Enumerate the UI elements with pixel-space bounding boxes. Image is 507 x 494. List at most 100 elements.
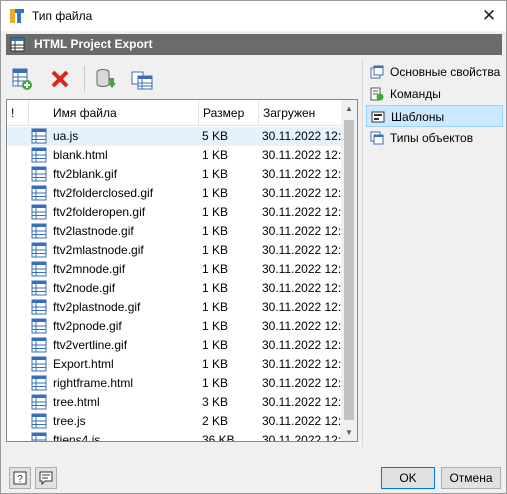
load-button[interactable]: [92, 65, 120, 93]
scroll-thumb[interactable]: [344, 120, 354, 420]
file-date-cell: 30.11.2022 12:1: [262, 357, 341, 371]
file-date-cell: 30.11.2022 12:1: [262, 414, 341, 428]
load-into-icon: [96, 69, 116, 88]
table-row[interactable]: ftv2folderclosed.gif 1 KB 30.11.2022 12:1: [7, 184, 341, 203]
file-name-cell: ftv2folderclosed.gif: [53, 186, 154, 200]
scroll-down-icon[interactable]: ▼: [341, 424, 357, 441]
table-row[interactable]: ftv2vertline.gif 1 KB 30.11.2022 12:1: [7, 336, 341, 355]
column-header-uploaded[interactable]: Загружен: [259, 100, 341, 126]
delete-button[interactable]: [46, 65, 74, 93]
toolbar: [6, 63, 356, 95]
file-name-cell: ua.js: [53, 129, 79, 143]
column-header-size[interactable]: Размер: [199, 100, 259, 126]
table-row[interactable]: ftv2plastnode.gif 1 KB 30.11.2022 12:1: [7, 298, 341, 317]
close-button[interactable]: ✕: [472, 1, 506, 31]
file-date-cell: 30.11.2022 12:1: [262, 224, 341, 238]
comment-button[interactable]: [35, 467, 57, 489]
file-grid-icon: [31, 147, 47, 163]
category-panel: Основные свойства Команды Шаблоны Типы о…: [366, 61, 503, 445]
file-size-cell: 1 KB: [202, 224, 229, 238]
file-grid-icon: [31, 337, 47, 353]
table-row[interactable]: blank.html 1 KB 30.11.2022 12:1: [7, 146, 341, 165]
file-grid-icon: [31, 242, 47, 258]
properties-button[interactable]: [128, 65, 156, 93]
table-row[interactable]: ftv2folderopen.gif 1 KB 30.11.2022 12:1: [7, 203, 341, 222]
file-size-cell: 1 KB: [202, 338, 229, 352]
vertical-scrollbar[interactable]: ▲ ▼: [341, 100, 357, 441]
category-item-templates[interactable]: Шаблоны: [366, 105, 503, 127]
table-row[interactable]: ftv2pnode.gif 1 KB 30.11.2022 12:1: [7, 317, 341, 336]
file-size-cell: 1 KB: [202, 281, 229, 295]
scroll-up-icon[interactable]: ▲: [341, 100, 357, 117]
file-name-cell: tree.html: [53, 395, 100, 409]
panel-divider: [362, 59, 363, 447]
file-grid-icon: [31, 356, 47, 372]
file-size-cell: 1 KB: [202, 186, 229, 200]
table-row[interactable]: ua.js 5 KB 30.11.2022 12:1: [7, 127, 341, 146]
title-bar: Тип файла ✕: [1, 1, 506, 31]
ok-button[interactable]: OK: [381, 467, 435, 489]
file-name-cell: ftv2pnode.gif: [53, 319, 122, 333]
cancel-button[interactable]: Отмена: [441, 467, 501, 489]
file-grid-icon: [31, 318, 47, 334]
file-name-cell: blank.html: [53, 148, 108, 162]
file-name-cell: ftv2folderopen.gif: [53, 205, 146, 219]
column-header-name[interactable]: Имя файла: [49, 100, 199, 126]
table-row[interactable]: ftv2mlastnode.gif 1 KB 30.11.2022 12:1: [7, 241, 341, 260]
table-row[interactable]: Export.html 1 KB 30.11.2022 12:1: [7, 355, 341, 374]
add-file-button[interactable]: [8, 65, 36, 93]
help-button[interactable]: ?: [9, 467, 31, 489]
file-type-dialog: Тип файла ✕ HTML Project Export ! Имя фа…: [0, 0, 507, 494]
file-size-cell: 36 KB: [202, 433, 235, 441]
file-size-cell: 1 KB: [202, 300, 229, 314]
table-row[interactable]: ftv2node.gif 1 KB 30.11.2022 12:1: [7, 279, 341, 298]
delete-x-icon: [51, 70, 69, 88]
file-name-cell: ftv2node.gif: [53, 281, 116, 295]
file-date-cell: 30.11.2022 12:1: [262, 395, 341, 409]
file-name-cell: ftv2plastnode.gif: [53, 300, 141, 314]
banner-title: HTML Project Export: [34, 37, 153, 51]
file-name-cell: ftiens4.js: [53, 433, 101, 441]
file-grid-icon: [31, 128, 47, 144]
list-body: ua.js 5 KB 30.11.2022 12:1 blank.html 1 KB 30…: [7, 127, 341, 441]
category-label: Типы объектов: [390, 131, 474, 145]
column-header-flag[interactable]: !: [7, 100, 29, 126]
file-grid-icon: [31, 413, 47, 429]
file-grid-icon: [31, 375, 47, 391]
table-row[interactable]: tree.html 3 KB 30.11.2022 12:1: [7, 393, 341, 412]
project-banner: HTML Project Export: [6, 34, 502, 55]
file-list[interactable]: ! Имя файла Размер Загружен ua.js 5 KB 30.…: [6, 99, 358, 442]
file-date-cell: 30.11.2022 12:1: [262, 300, 341, 314]
table-row[interactable]: tree.js 2 KB 30.11.2022 12:1: [7, 412, 341, 431]
object-types-icon: [370, 131, 384, 145]
file-name-cell: rightframe.html: [53, 376, 134, 390]
file-date-cell: 30.11.2022 12:1: [262, 186, 341, 200]
table-row[interactable]: rightframe.html 1 KB 30.11.2022 12:1: [7, 374, 341, 393]
file-date-cell: 30.11.2022 12:1: [262, 262, 341, 276]
table-row[interactable]: ftv2lastnode.gif 1 KB 30.11.2022 12:1: [7, 222, 341, 241]
file-size-cell: 1 KB: [202, 319, 229, 333]
list-header: ! Имя файла Размер Загружен: [7, 100, 341, 126]
table-row[interactable]: ftv2blank.gif 1 KB 30.11.2022 12:1: [7, 165, 341, 184]
file-size-cell: 1 KB: [202, 243, 229, 257]
category-item-object-types[interactable]: Типы объектов: [366, 127, 503, 149]
file-date-cell: 30.11.2022 12:1: [262, 148, 341, 162]
file-size-cell: 1 KB: [202, 167, 229, 181]
file-date-cell: 30.11.2022 12:1: [262, 243, 341, 257]
category-item-main-properties[interactable]: Основные свойства: [366, 61, 503, 83]
file-size-cell: 1 KB: [202, 357, 229, 371]
file-name-cell: ftv2vertline.gif: [53, 338, 128, 352]
file-grid-icon: [31, 261, 47, 277]
app-logo-icon: [10, 9, 24, 23]
file-name-cell: ftv2mnode.gif: [53, 262, 126, 276]
close-icon: ✕: [481, 6, 497, 25]
file-name-cell: ftv2lastnode.gif: [53, 224, 134, 238]
file-size-cell: 3 KB: [202, 395, 229, 409]
file-grid-icon: [31, 223, 47, 239]
file-grid-icon: [31, 432, 47, 441]
category-item-commands[interactable]: Команды: [366, 83, 503, 105]
table-row[interactable]: ftv2mnode.gif 1 KB 30.11.2022 12:1: [7, 260, 341, 279]
table-row[interactable]: ftiens4.js 36 KB 30.11.2022 12:1: [7, 431, 341, 441]
file-size-cell: 5 KB: [202, 129, 229, 143]
toolbar-separator: [84, 66, 85, 92]
